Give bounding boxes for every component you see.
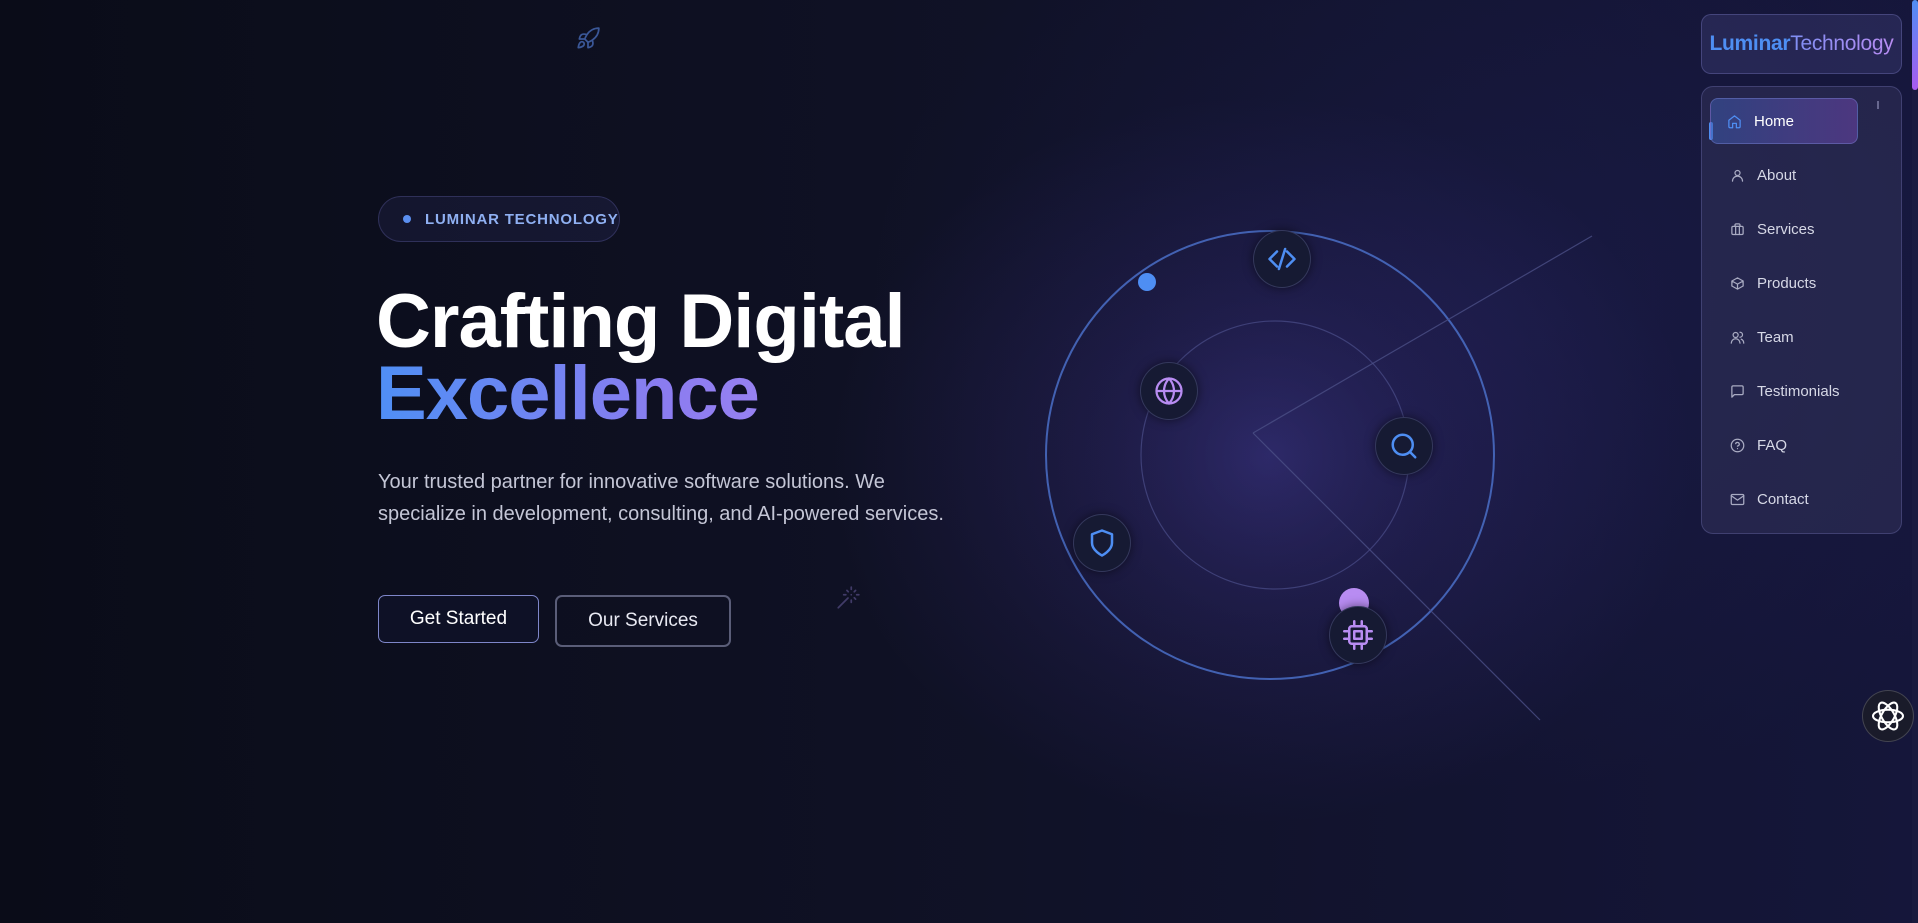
hero-title-line2: Excellence — [376, 356, 905, 432]
nav-item-team[interactable]: Team — [1714, 314, 1862, 360]
globe-node — [1140, 362, 1198, 420]
scrollbar-thumb[interactable] — [1912, 0, 1918, 90]
brand-name-bold: Luminar — [1709, 32, 1791, 55]
cpu-node — [1329, 606, 1387, 664]
side-navigation: Home About Services Products Team Testim… — [1701, 86, 1902, 534]
users-icon — [1730, 331, 1745, 344]
globe-icon — [1155, 377, 1183, 405]
shield-node — [1073, 514, 1131, 572]
nav-label: Products — [1757, 274, 1817, 292]
nav-label: FAQ — [1757, 436, 1788, 454]
nav-item-about[interactable]: About — [1714, 152, 1862, 198]
magic-wand-icon — [837, 586, 860, 609]
cpu-icon — [1343, 620, 1373, 650]
search-node — [1375, 417, 1433, 475]
nav-item-contact[interactable]: Contact — [1714, 476, 1862, 522]
nav-item-products[interactable]: Products — [1714, 260, 1862, 306]
nav-item-testimonials[interactable]: Testimonials — [1714, 368, 1862, 414]
box-icon — [1731, 276, 1744, 290]
hero-title-line1: Crafting Digital — [376, 279, 906, 364]
help-circle-icon — [1730, 438, 1745, 452]
mail-icon — [1730, 493, 1745, 505]
nav-item-faq[interactable]: FAQ — [1714, 422, 1862, 468]
hero-subtitle: Your trusted partner for innovative soft… — [378, 471, 944, 525]
ai-chat-button[interactable] — [1862, 690, 1914, 742]
code-node — [1253, 230, 1311, 288]
page: LUMINAR TECHNOLOGY Crafting Digital Exce… — [0, 0, 1918, 923]
badge-dot — [403, 215, 411, 223]
get-started-button[interactable]: Get Started — [378, 595, 539, 643]
nav-label: About — [1757, 166, 1797, 184]
ai-logo-icon — [1871, 701, 1905, 731]
nav-label: Team — [1757, 328, 1794, 346]
user-icon — [1731, 169, 1744, 182]
brand-logo[interactable]: Luminar Technology — [1701, 14, 1902, 74]
home-icon — [1728, 114, 1741, 128]
rocket-icon — [577, 27, 600, 49]
briefcase-icon — [1731, 222, 1744, 235]
nav-label: Contact — [1757, 490, 1809, 508]
orbit-rings — [1045, 230, 1593, 721]
our-services-button[interactable]: Our Services — [555, 595, 731, 647]
hero-badge: LUMINAR TECHNOLOGY — [378, 196, 620, 242]
nav-label: Home — [1754, 112, 1795, 130]
badge-label: LUMINAR TECHNOLOGY — [425, 210, 619, 228]
orbit-graphic — [1040, 220, 1600, 740]
search-icon — [1391, 433, 1417, 459]
brand-name-light: Technology — [1790, 32, 1894, 55]
nav-item-services[interactable]: Services — [1714, 206, 1862, 252]
nav-tick — [1877, 101, 1879, 109]
code-icon — [1268, 247, 1296, 271]
page-scrollbar[interactable] — [1912, 0, 1918, 923]
shield-icon — [1090, 529, 1114, 557]
orbit-dot-blue — [1138, 273, 1156, 291]
nav-item-home[interactable]: Home — [1710, 98, 1858, 144]
message-icon — [1731, 384, 1744, 398]
nav-label: Services — [1757, 220, 1815, 238]
nav-label: Testimonials — [1757, 382, 1840, 400]
hero-title: Crafting Digital Excellence — [376, 279, 906, 432]
